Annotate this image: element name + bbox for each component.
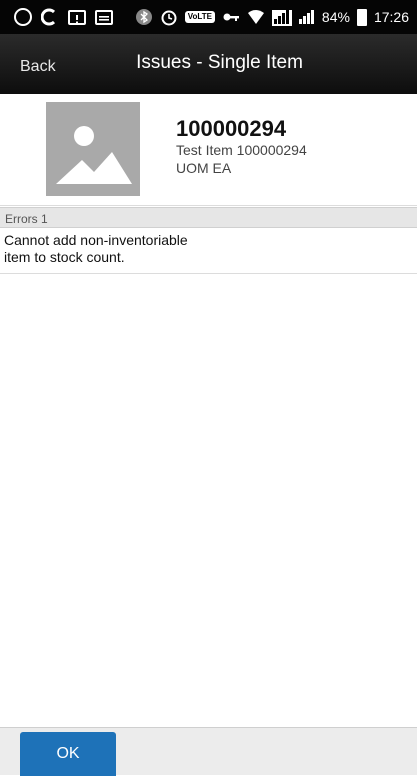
alarm-icon (160, 8, 178, 26)
message-icon (95, 9, 113, 25)
status-right-icons: VoLTE 84% 17:26 (135, 8, 409, 26)
c-icon (40, 8, 59, 26)
battery-percent: 84% (321, 9, 350, 25)
error-message: Cannot add non-inventoriable item to sto… (0, 228, 417, 274)
wifi-icon (247, 8, 265, 26)
page-title: Issues - Single Item (136, 52, 303, 73)
footer-bar: OK (0, 727, 417, 776)
status-time: 17:26 (373, 9, 409, 25)
signal-icon (271, 8, 292, 26)
image-placeholder-icon (46, 102, 140, 196)
whatsapp-icon (14, 8, 32, 26)
volte-icon: VoLTE (184, 11, 215, 23)
ok-button[interactable]: OK (20, 732, 116, 776)
app-header: Back Issues - Single Item (0, 34, 417, 94)
alert-icon (68, 9, 86, 25)
error-message-line: item to stock count. (4, 249, 125, 265)
item-description: Test Item 100000294 (176, 142, 307, 158)
key-icon (222, 8, 240, 26)
battery-icon (356, 8, 367, 26)
status-bar: VoLTE 84% 17:26 (0, 0, 417, 34)
signal-icon (297, 8, 315, 26)
error-message-line: Cannot add non-inventoriable (4, 232, 188, 248)
status-left-icons (14, 8, 113, 26)
bluetooth-icon (135, 8, 153, 26)
item-card: 100000294 Test Item 100000294 UOM EA (0, 94, 417, 206)
errors-header: Errors 1 (0, 207, 417, 228)
item-number: 100000294 (176, 116, 287, 141)
item-uom: UOM EA (176, 160, 232, 176)
